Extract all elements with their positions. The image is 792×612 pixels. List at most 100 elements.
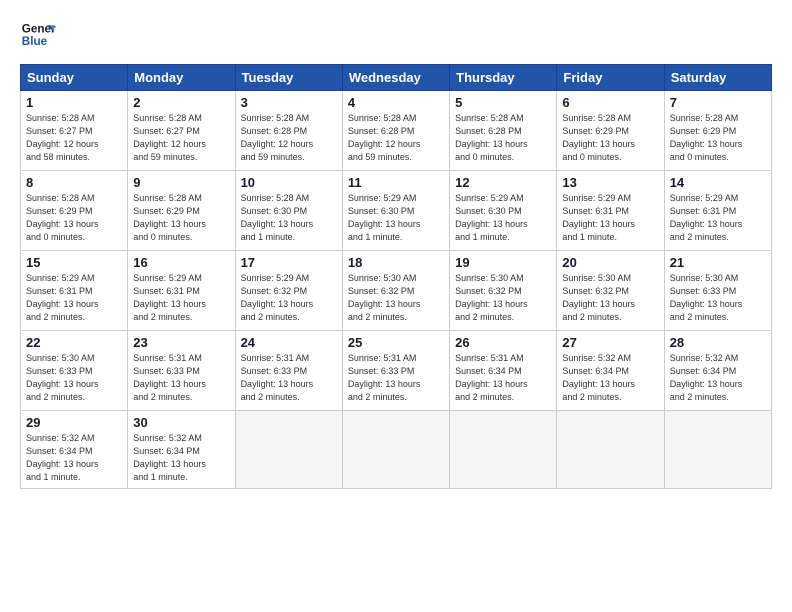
header: General Blue [20,18,772,54]
week-row-2: 8 Sunrise: 5:28 AMSunset: 6:29 PMDaylight… [21,171,772,251]
col-header-wednesday: Wednesday [342,65,449,91]
day-number: 17 [241,255,337,270]
day-cell: 28 Sunrise: 5:32 AMSunset: 6:34 PMDayligh… [664,331,771,411]
day-number: 19 [455,255,551,270]
week-row-4: 22 Sunrise: 5:30 AMSunset: 6:33 PMDayligh… [21,331,772,411]
logo: General Blue [20,18,56,54]
day-cell: 24 Sunrise: 5:31 AMSunset: 6:33 PMDayligh… [235,331,342,411]
day-cell: 17 Sunrise: 5:29 AMSunset: 6:32 PMDayligh… [235,251,342,331]
cell-info: Sunrise: 5:28 AMSunset: 6:27 PMDaylight:… [26,112,122,164]
cell-info: Sunrise: 5:32 AMSunset: 6:34 PMDaylight:… [670,352,766,404]
day-number: 4 [348,95,444,110]
day-cell: 6 Sunrise: 5:28 AMSunset: 6:29 PMDaylight… [557,91,664,171]
day-number: 25 [348,335,444,350]
week-row-1: 1 Sunrise: 5:28 AMSunset: 6:27 PMDaylight… [21,91,772,171]
cell-info: Sunrise: 5:30 AMSunset: 6:32 PMDaylight:… [348,272,444,324]
day-cell: 7 Sunrise: 5:28 AMSunset: 6:29 PMDaylight… [664,91,771,171]
cell-info: Sunrise: 5:28 AMSunset: 6:29 PMDaylight:… [26,192,122,244]
day-number: 10 [241,175,337,190]
cell-info: Sunrise: 5:29 AMSunset: 6:30 PMDaylight:… [348,192,444,244]
day-number: 27 [562,335,658,350]
day-number: 8 [26,175,122,190]
cell-info: Sunrise: 5:28 AMSunset: 6:28 PMDaylight:… [241,112,337,164]
cell-info: Sunrise: 5:28 AMSunset: 6:28 PMDaylight:… [348,112,444,164]
day-cell [235,411,342,489]
day-number: 24 [241,335,337,350]
cell-info: Sunrise: 5:30 AMSunset: 6:32 PMDaylight:… [562,272,658,324]
col-header-thursday: Thursday [450,65,557,91]
cell-info: Sunrise: 5:29 AMSunset: 6:30 PMDaylight:… [455,192,551,244]
day-number: 22 [26,335,122,350]
day-cell: 12 Sunrise: 5:29 AMSunset: 6:30 PMDayligh… [450,171,557,251]
col-header-friday: Friday [557,65,664,91]
day-cell: 18 Sunrise: 5:30 AMSunset: 6:32 PMDayligh… [342,251,449,331]
page: General Blue SundayMondayTuesdayWednesda… [0,0,792,499]
cell-info: Sunrise: 5:28 AMSunset: 6:28 PMDaylight:… [455,112,551,164]
day-cell: 1 Sunrise: 5:28 AMSunset: 6:27 PMDaylight… [21,91,128,171]
day-cell: 22 Sunrise: 5:30 AMSunset: 6:33 PMDayligh… [21,331,128,411]
day-number: 30 [133,415,229,430]
cell-info: Sunrise: 5:30 AMSunset: 6:32 PMDaylight:… [455,272,551,324]
day-number: 11 [348,175,444,190]
cell-info: Sunrise: 5:29 AMSunset: 6:31 PMDaylight:… [670,192,766,244]
day-cell: 10 Sunrise: 5:28 AMSunset: 6:30 PMDayligh… [235,171,342,251]
day-number: 15 [26,255,122,270]
day-cell: 20 Sunrise: 5:30 AMSunset: 6:32 PMDayligh… [557,251,664,331]
day-number: 20 [562,255,658,270]
cell-info: Sunrise: 5:30 AMSunset: 6:33 PMDaylight:… [670,272,766,324]
cell-info: Sunrise: 5:28 AMSunset: 6:29 PMDaylight:… [670,112,766,164]
day-cell: 8 Sunrise: 5:28 AMSunset: 6:29 PMDaylight… [21,171,128,251]
day-cell: 27Sunrise: 5:32 AMSunset: 6:34 PMDayligh… [557,331,664,411]
cell-info: Sunrise: 5:31 AMSunset: 6:34 PMDaylight:… [455,352,551,404]
day-number: 9 [133,175,229,190]
day-cell [664,411,771,489]
day-cell [557,411,664,489]
cell-info: Sunrise: 5:31 AMSunset: 6:33 PMDaylight:… [348,352,444,404]
col-header-tuesday: Tuesday [235,65,342,91]
day-number: 6 [562,95,658,110]
day-cell: 26 Sunrise: 5:31 AMSunset: 6:34 PMDayligh… [450,331,557,411]
day-cell: 2Sunrise: 5:28 AMSunset: 6:27 PMDaylight… [128,91,235,171]
day-number: 18 [348,255,444,270]
col-header-monday: Monday [128,65,235,91]
day-number: 29 [26,415,122,430]
logo-icon: General Blue [20,18,56,54]
cell-info: Sunrise: 5:28 AMSunset: 6:29 PMDaylight:… [133,192,229,244]
header-row: SundayMondayTuesdayWednesdayThursdayFrid… [21,65,772,91]
day-number: 1 [26,95,122,110]
day-cell: 4 Sunrise: 5:28 AMSunset: 6:28 PMDaylight… [342,91,449,171]
day-number: 26 [455,335,551,350]
svg-text:Blue: Blue [22,35,48,48]
cell-info: Sunrise: 5:29 AMSunset: 6:32 PMDaylight:… [241,272,337,324]
day-number: 12 [455,175,551,190]
cell-info: Sunrise: 5:30 AMSunset: 6:33 PMDaylight:… [26,352,122,404]
day-cell: 23Sunrise: 5:31 AMSunset: 6:33 PMDayligh… [128,331,235,411]
day-cell [342,411,449,489]
day-number: 21 [670,255,766,270]
day-cell: 5 Sunrise: 5:28 AMSunset: 6:28 PMDaylight… [450,91,557,171]
cell-info: Sunrise: 5:28 AMSunset: 6:29 PMDaylight:… [562,112,658,164]
day-cell: 11 Sunrise: 5:29 AMSunset: 6:30 PMDayligh… [342,171,449,251]
day-number: 5 [455,95,551,110]
day-cell: 13Sunrise: 5:29 AMSunset: 6:31 PMDayligh… [557,171,664,251]
day-cell: 19 Sunrise: 5:30 AMSunset: 6:32 PMDayligh… [450,251,557,331]
calendar: SundayMondayTuesdayWednesdayThursdayFrid… [20,64,772,489]
day-number: 28 [670,335,766,350]
day-number: 7 [670,95,766,110]
col-header-saturday: Saturday [664,65,771,91]
cell-info: Sunrise: 5:28 AMSunset: 6:30 PMDaylight:… [241,192,337,244]
cell-info: Sunrise: 5:28 AMSunset: 6:27 PMDaylight:… [133,112,229,164]
cell-info: Sunrise: 5:29 AMSunset: 6:31 PMDaylight:… [133,272,229,324]
day-cell: 25 Sunrise: 5:31 AMSunset: 6:33 PMDayligh… [342,331,449,411]
day-number: 3 [241,95,337,110]
week-row-3: 15 Sunrise: 5:29 AMSunset: 6:31 PMDayligh… [21,251,772,331]
day-number: 14 [670,175,766,190]
week-row-5: 29 Sunrise: 5:32 AMSunset: 6:34 PMDayligh… [21,411,772,489]
cell-info: Sunrise: 5:32 AMSunset: 6:34 PMDaylight:… [133,432,229,484]
day-cell: 29Sunrise: 5:32 AMSunset: 6:34 PMDayligh… [21,411,128,489]
cell-info: Sunrise: 5:31 AMSunset: 6:33 PMDaylight:… [241,352,337,404]
day-cell [450,411,557,489]
day-number: 23 [133,335,229,350]
day-cell: 9 Sunrise: 5:28 AMSunset: 6:29 PMDaylight… [128,171,235,251]
day-number: 13 [562,175,658,190]
